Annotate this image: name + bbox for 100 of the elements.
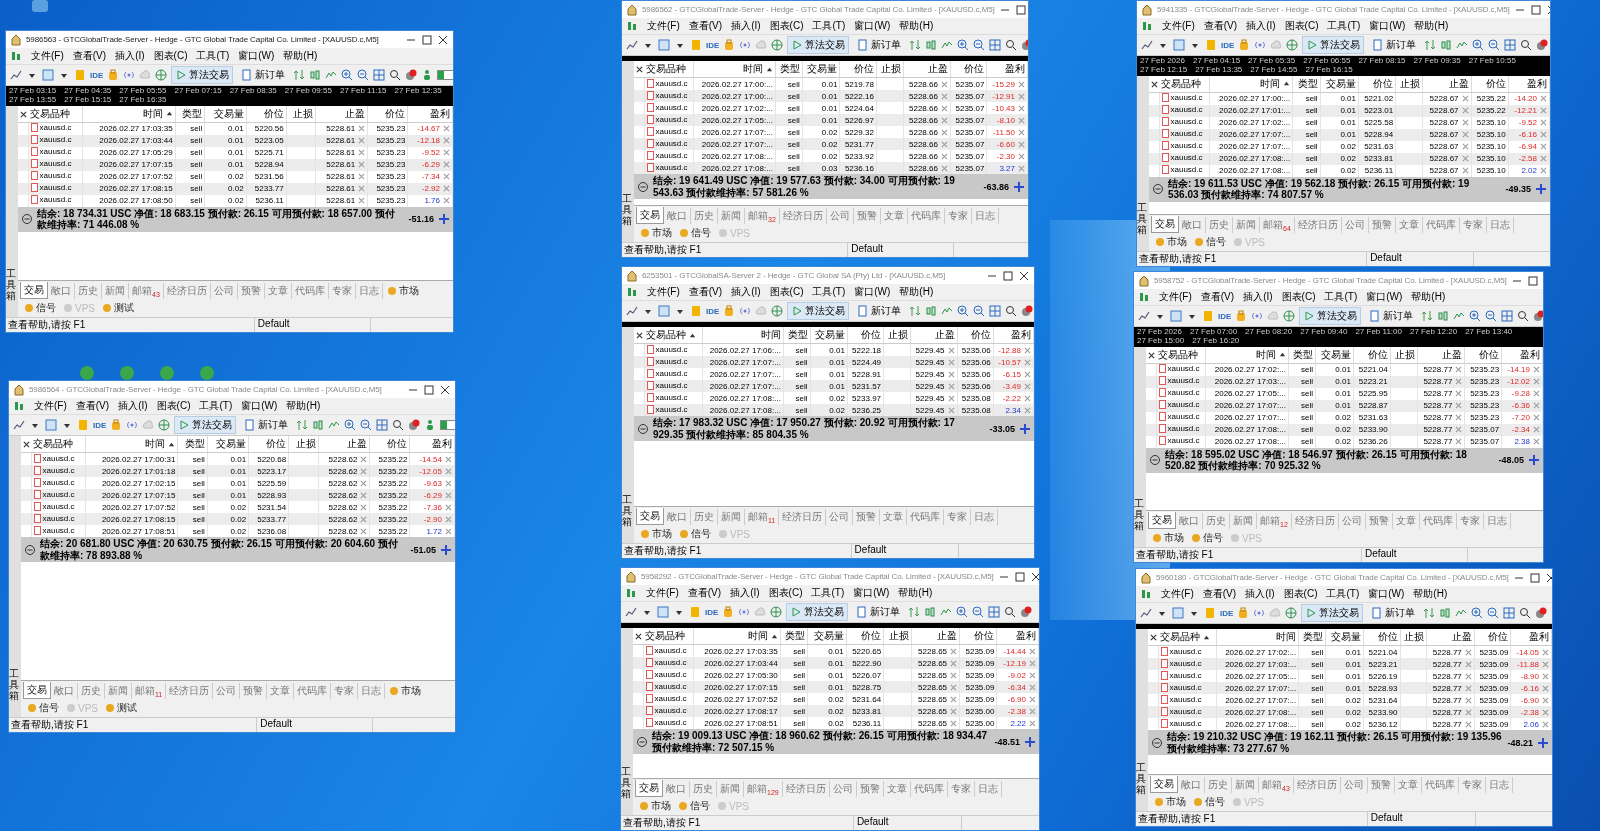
grid-icon[interactable] bbox=[1504, 39, 1517, 51]
panel-tab[interactable]: 新闻 bbox=[102, 282, 129, 299]
maximize-icon[interactable] bbox=[421, 33, 433, 46]
globe-icon[interactable] bbox=[1283, 310, 1296, 322]
column-header[interactable]: 类型 bbox=[783, 327, 811, 344]
close-icon[interactable] bbox=[1544, 571, 1552, 584]
remove-icon[interactable] bbox=[358, 173, 366, 181]
remove-icon[interactable] bbox=[940, 140, 948, 148]
panel-tab[interactable]: 敞口 bbox=[664, 508, 691, 525]
remove-icon[interactable] bbox=[1455, 378, 1463, 386]
menu-item[interactable]: 文件(F) bbox=[646, 586, 679, 600]
ide-button[interactable]: IDE bbox=[706, 40, 720, 50]
signal-icon[interactable] bbox=[126, 419, 139, 431]
panel-tab[interactable]: 日志 bbox=[974, 780, 1002, 797]
algo-trading-button[interactable]: 算法交易 bbox=[1299, 307, 1362, 325]
menu-item[interactable]: 插入(I) bbox=[115, 49, 145, 63]
globe-icon[interactable] bbox=[158, 419, 171, 431]
collapse-icon[interactable] bbox=[1152, 183, 1164, 196]
menu-item[interactable]: 帮助(H) bbox=[899, 19, 934, 33]
search-icon[interactable] bbox=[1005, 39, 1018, 51]
remove-icon[interactable] bbox=[940, 80, 948, 88]
column-header[interactable]: 交易品种 bbox=[643, 628, 694, 645]
line-chart-icon[interactable] bbox=[1140, 607, 1152, 619]
panel-tab[interactable]: 邮箱$_{11}$ bbox=[132, 682, 167, 699]
algo-trading-button[interactable]: 算法交易 bbox=[1301, 604, 1364, 622]
globe-icon[interactable] bbox=[155, 69, 168, 81]
notification-icon[interactable] bbox=[1536, 39, 1549, 51]
menu-item[interactable]: 查看(V) bbox=[72, 49, 107, 63]
remove-icon[interactable] bbox=[1461, 155, 1469, 163]
new-order-button[interactable]: 新订单 bbox=[853, 36, 906, 54]
search-icon[interactable] bbox=[1519, 607, 1532, 619]
remove-icon[interactable] bbox=[1461, 143, 1469, 151]
panel-tab[interactable]: 专家 bbox=[1456, 512, 1484, 529]
menu-item[interactable]: 插入(I) bbox=[1246, 19, 1276, 33]
search-icon[interactable] bbox=[1004, 606, 1017, 618]
globe-icon[interactable] bbox=[771, 39, 784, 51]
remove-icon[interactable] bbox=[947, 358, 955, 366]
column-header[interactable]: 价位 bbox=[1363, 629, 1400, 646]
menu-item[interactable]: 插入(I) bbox=[731, 285, 761, 299]
maximize-icon[interactable] bbox=[1529, 3, 1542, 16]
panel-tab[interactable]: 信号 bbox=[23, 700, 62, 716]
column-header[interactable]: 交易量 bbox=[807, 628, 847, 645]
close-icon[interactable] bbox=[1149, 634, 1157, 642]
column-header[interactable]: 价位 bbox=[839, 61, 877, 78]
panel-tab[interactable]: 专家 bbox=[331, 682, 359, 699]
globe-icon[interactable] bbox=[770, 606, 783, 618]
panel-tab[interactable]: 测试 bbox=[101, 700, 140, 716]
grid-icon[interactable] bbox=[373, 69, 386, 81]
menu-item[interactable]: 帮助(H) bbox=[1413, 587, 1448, 601]
new-order-button[interactable]: 新订单 bbox=[852, 603, 905, 621]
remove-icon[interactable] bbox=[360, 455, 368, 463]
menu-item[interactable]: 窗口(W) bbox=[1368, 587, 1405, 601]
menu-item[interactable]: 图表(C) bbox=[769, 19, 804, 33]
line-chart-icon[interactable] bbox=[10, 69, 22, 81]
remove-icon[interactable] bbox=[1455, 390, 1463, 398]
cloud-icon[interactable] bbox=[755, 39, 768, 51]
column-header[interactable]: 盈利 bbox=[993, 327, 1034, 344]
panel-tab[interactable]: 敞口 bbox=[48, 282, 75, 299]
remove-icon[interactable] bbox=[950, 647, 958, 655]
desktop-app-icon[interactable] bbox=[80, 366, 94, 380]
panel-tab[interactable]: 交易 bbox=[1150, 776, 1178, 793]
remove-icon[interactable] bbox=[1461, 107, 1469, 115]
algo-trading-button[interactable]: 算法交易 bbox=[174, 416, 237, 434]
column-header[interactable]: 时间 bbox=[1216, 629, 1299, 646]
column-header[interactable]: 时间 bbox=[702, 327, 784, 344]
line-chart-icon[interactable] bbox=[1456, 39, 1469, 51]
panel-tab[interactable]: 代码库 bbox=[291, 282, 329, 299]
menu-item[interactable]: 窗口(W) bbox=[854, 19, 891, 33]
close-icon[interactable] bbox=[634, 633, 642, 641]
bag-icon[interactable] bbox=[110, 419, 123, 431]
line-chart-icon[interactable] bbox=[941, 305, 954, 317]
bag-icon[interactable] bbox=[107, 69, 120, 81]
column-header[interactable]: 类型 bbox=[775, 61, 803, 78]
window-icon[interactable] bbox=[658, 305, 670, 317]
search-icon[interactable] bbox=[1517, 310, 1530, 322]
panel-tab[interactable]: 交易 bbox=[20, 282, 48, 299]
close-icon[interactable] bbox=[439, 383, 451, 396]
bag-icon[interactable] bbox=[1237, 607, 1250, 619]
line-chart-icon[interactable] bbox=[328, 419, 341, 431]
remove-icon[interactable] bbox=[1464, 708, 1472, 716]
remove-icon[interactable] bbox=[947, 406, 955, 414]
algo-trading-button[interactable]: 算法交易 bbox=[787, 302, 850, 320]
close-icon[interactable] bbox=[1147, 351, 1155, 359]
candles-icon[interactable] bbox=[925, 305, 938, 317]
globe-icon[interactable] bbox=[1285, 607, 1298, 619]
panel-tab[interactable]: 专家 bbox=[947, 780, 975, 797]
column-header[interactable]: 交易品种 bbox=[31, 436, 86, 453]
ide-button[interactable]: IDE bbox=[1220, 608, 1234, 618]
algo-trading-button[interactable]: 算法交易 bbox=[1302, 36, 1365, 54]
panel-tab[interactable]: 经济日历 bbox=[166, 682, 214, 699]
menu-item[interactable]: 查看(V) bbox=[688, 285, 723, 299]
coin-icon[interactable] bbox=[1205, 39, 1217, 51]
panel-tab[interactable]: 邮箱$_{11}$ bbox=[745, 508, 780, 525]
plus-icon[interactable] bbox=[1537, 736, 1549, 749]
menu-item[interactable]: 窗口(W) bbox=[1366, 290, 1403, 304]
panel-tab[interactable]: 文章 bbox=[883, 780, 911, 797]
zoom-in-icon[interactable] bbox=[1469, 310, 1482, 322]
zoom-in-icon[interactable] bbox=[344, 419, 357, 431]
plus-icon[interactable] bbox=[1019, 422, 1031, 435]
panel-tab[interactable]: 公司 bbox=[1338, 512, 1366, 529]
